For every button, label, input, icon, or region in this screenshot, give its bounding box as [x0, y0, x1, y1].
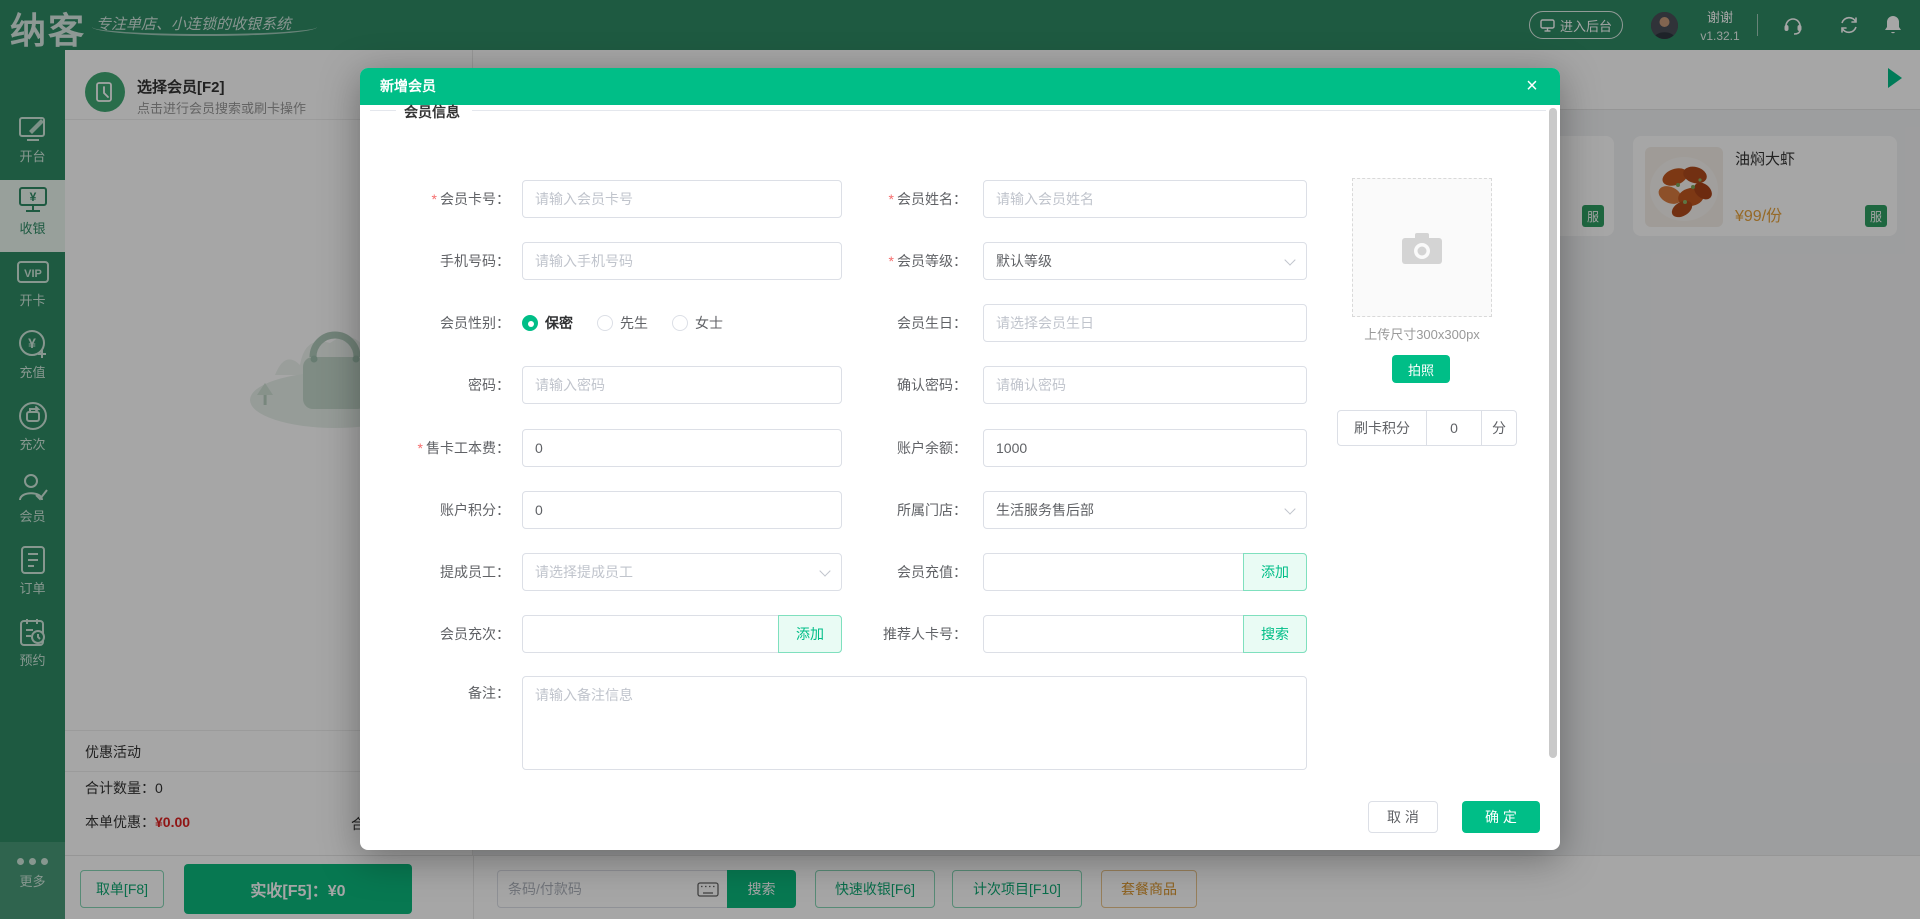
take-photo-button[interactable]: 拍照	[1392, 355, 1450, 383]
card-no-input[interactable]	[523, 181, 841, 217]
gender-radio-male[interactable]: 先生	[597, 313, 648, 333]
member-times-group: 添加	[522, 615, 842, 653]
commission-staff-input[interactable]	[523, 554, 841, 590]
swipe-points-input-box	[1427, 410, 1482, 446]
store-select[interactable]	[983, 491, 1307, 529]
balance-input[interactable]	[984, 430, 1306, 466]
commission-staff-label: 提成员工：	[440, 564, 510, 580]
modal-scrollbar-thumb[interactable]	[1549, 108, 1557, 758]
referrer-input[interactable]	[984, 616, 1242, 652]
card-no-label: * 会员卡号：	[431, 191, 510, 207]
birthday-field[interactable]	[983, 304, 1307, 342]
password-label: 密码：	[468, 377, 510, 393]
confirm-button[interactable]: 确 定	[1462, 801, 1540, 833]
phone-input[interactable]	[523, 243, 841, 279]
gender-label: 会员性别：	[440, 315, 510, 331]
points-input[interactable]	[523, 492, 841, 528]
photo-upload-hint: 上传尺寸300x300px	[1364, 327, 1480, 342]
points-label: 账户积分：	[440, 502, 510, 518]
password-input[interactable]	[523, 367, 841, 403]
store-value[interactable]	[984, 492, 1306, 528]
card-fee-input[interactable]	[523, 430, 841, 466]
member-recharge-group: 添加	[983, 553, 1307, 591]
swipe-points-label: 刷卡积分	[1337, 410, 1427, 446]
radio-dot-icon	[522, 315, 538, 331]
recharge-add-button[interactable]: 添加	[1243, 553, 1307, 591]
remark-textarea-box	[522, 676, 1307, 770]
birthday-label: 会员生日：	[897, 315, 967, 331]
close-icon[interactable]: ×	[1520, 74, 1544, 98]
confirm-password-field	[983, 366, 1307, 404]
remark-label: 备注：	[468, 685, 510, 701]
section-line-right	[472, 110, 1546, 111]
radio-dot-icon	[672, 315, 688, 331]
card-fee-label: * 售卡工本费：	[417, 440, 510, 456]
swipe-points-input[interactable]	[1427, 420, 1481, 436]
phone-label: 手机号码：	[440, 253, 510, 269]
card-no-field	[522, 180, 842, 218]
birthday-input[interactable]	[984, 305, 1306, 341]
required-star: *	[431, 191, 437, 207]
points-field	[522, 491, 842, 529]
store-label: 所属门店：	[897, 502, 967, 518]
member-info-section-header: 会员信息	[360, 102, 1560, 120]
photo-upload-box[interactable]	[1352, 178, 1492, 317]
section-title: 会员信息	[404, 104, 460, 120]
card-fee-field	[522, 429, 842, 467]
modal-title: 新增会员	[380, 78, 436, 94]
radio-dot-icon	[597, 315, 613, 331]
commission-staff-select[interactable]	[522, 553, 842, 591]
confirm-password-label: 确认密码：	[897, 377, 967, 393]
member-level-label: * 会员等级：	[888, 253, 967, 269]
referrer-label: 推荐人卡号：	[883, 626, 967, 642]
gender-radio-group: 保密 先生 女士	[522, 304, 723, 342]
section-line-left	[370, 110, 396, 111]
member-times-label: 会员充次：	[440, 626, 510, 642]
camera-icon	[1402, 232, 1442, 264]
member-name-label: * 会员姓名：	[888, 191, 967, 207]
cancel-button[interactable]: 取 消	[1368, 801, 1438, 833]
password-field	[522, 366, 842, 404]
referrer-group: 搜索	[983, 615, 1307, 653]
member-level-value[interactable]	[984, 243, 1306, 279]
member-recharge-input[interactable]	[984, 554, 1242, 590]
swipe-points-unit: 分	[1482, 410, 1517, 446]
gender-radio-secret[interactable]: 保密	[522, 313, 573, 333]
required-star: *	[888, 191, 894, 207]
confirm-password-input[interactable]	[984, 367, 1306, 403]
new-member-modal: 新增会员 × 会员信息 *会员卡号： *会员姓名： 手机号码： *会员等级： 会…	[360, 68, 1560, 850]
balance-field	[983, 429, 1307, 467]
swipe-points-group: 刷卡积分 分	[1337, 410, 1517, 446]
member-name-input[interactable]	[984, 181, 1306, 217]
pos-screen: 纳客 专注单店、小连锁的收银系统 进入后台 谢谢 v1.32.1 开台 ¥ 收银…	[0, 0, 1920, 919]
required-star: *	[417, 440, 423, 456]
member-recharge-label: 会员充值：	[897, 564, 967, 580]
gender-radio-female[interactable]: 女士	[672, 313, 723, 333]
member-level-select[interactable]	[983, 242, 1307, 280]
modal-scrollbar	[1549, 108, 1557, 846]
balance-label: 账户余额：	[897, 440, 967, 456]
remark-textarea[interactable]	[523, 677, 1306, 769]
phone-field	[522, 242, 842, 280]
modal-header: 新增会员 ×	[360, 68, 1560, 105]
member-times-input[interactable]	[523, 616, 777, 652]
referrer-search-button[interactable]: 搜索	[1243, 615, 1307, 653]
required-star: *	[888, 253, 894, 269]
member-name-field	[983, 180, 1307, 218]
